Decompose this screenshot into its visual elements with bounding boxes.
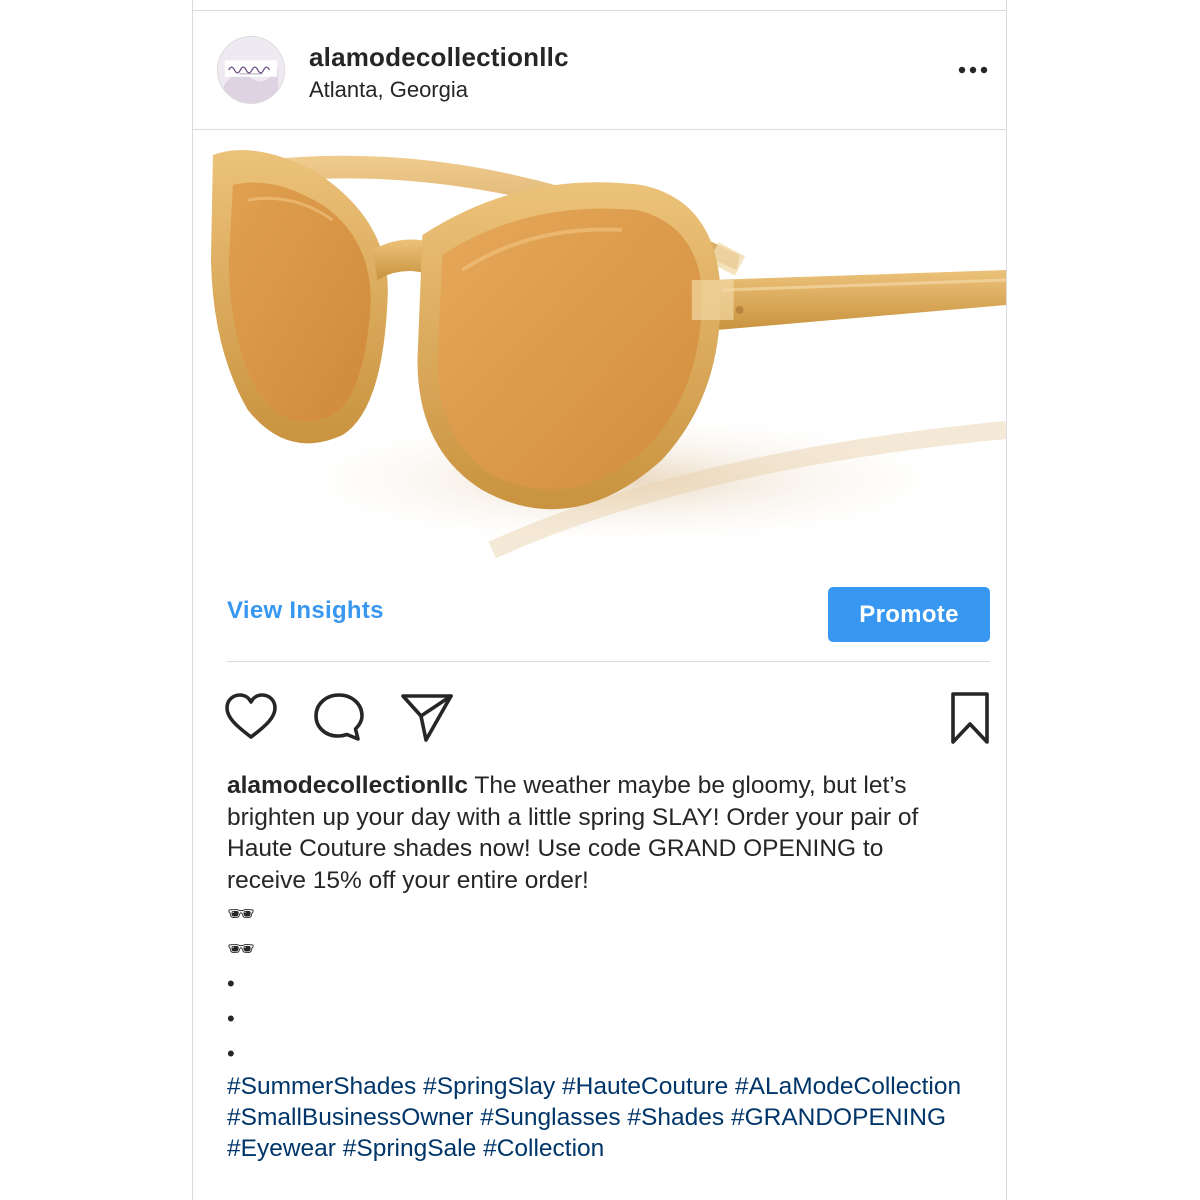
caption-dot-line: • <box>227 1006 235 1031</box>
sunglasses-image <box>193 130 1006 570</box>
hashtag-link[interactable]: #Shades <box>627 1104 724 1131</box>
caption-emoji-line: 🕶 <box>227 936 255 961</box>
more-options-icon[interactable] <box>956 56 990 84</box>
post-location[interactable]: Atlanta, Georgia <box>309 77 468 103</box>
insights-row: View Insights Promote <box>227 587 990 643</box>
bookmark-icon[interactable] <box>948 690 992 746</box>
avatar[interactable] <box>217 36 285 104</box>
post-username[interactable]: alamodecollectionllc <box>309 42 569 73</box>
post-image[interactable] <box>193 130 1006 570</box>
divider <box>227 661 990 662</box>
hashtag-link[interactable]: #SpringSale <box>343 1135 476 1162</box>
caption-dot-line: • <box>227 971 235 996</box>
comment-icon[interactable] <box>311 690 367 746</box>
hashtag-link[interactable]: #Eyewear <box>227 1135 336 1162</box>
caption-dot-line: • <box>227 1041 235 1066</box>
hashtag-link[interactable]: #ALaModeCollection <box>735 1073 961 1100</box>
caption-body: alamodecollectionllc The weather maybe b… <box>227 770 966 896</box>
hashtag-link[interactable]: #SummerShades <box>227 1073 416 1100</box>
instagram-post: alamodecollectionllc Atlanta, Georgia Vi… <box>192 0 1007 1200</box>
hashtag-link[interactable]: #HauteCouture <box>562 1073 728 1100</box>
view-insights-link[interactable]: View Insights <box>227 597 384 625</box>
hashtag-link[interactable]: #SmallBusinessOwner <box>227 1104 473 1131</box>
post-caption: alamodecollectionllc The weather maybe b… <box>227 770 966 1164</box>
hashtag-link[interactable]: #Collection <box>483 1135 604 1162</box>
hashtag-link[interactable]: #Sunglasses <box>480 1104 620 1131</box>
post-header: alamodecollectionllc Atlanta, Georgia <box>193 14 1006 130</box>
paper-plane-icon[interactable] <box>399 690 455 746</box>
hashtag-link[interactable]: #GRANDOPENING <box>731 1104 946 1131</box>
caption-emoji-line: 🕶 <box>227 901 255 926</box>
promote-button[interactable]: Promote <box>828 587 990 642</box>
caption-username[interactable]: alamodecollectionllc <box>227 772 468 799</box>
caption-hashtags: #SummerShades #SpringSlay #HauteCouture … <box>227 1071 966 1164</box>
action-bar <box>223 690 992 746</box>
divider <box>193 10 1006 11</box>
heart-icon[interactable] <box>223 690 279 746</box>
brand-logo-icon <box>218 37 284 103</box>
hashtag-link[interactable]: #SpringSlay <box>423 1073 555 1100</box>
